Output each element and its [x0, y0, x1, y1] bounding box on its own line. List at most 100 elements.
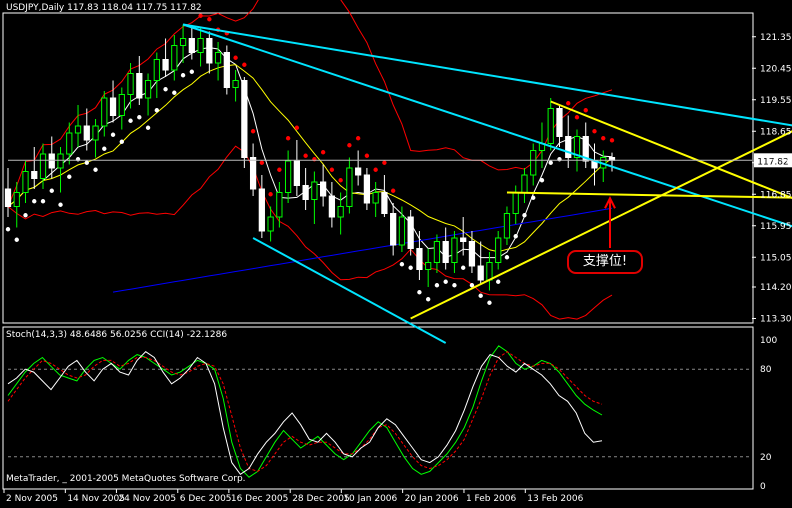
sar-dot — [102, 146, 107, 151]
candle-body — [162, 59, 169, 71]
candle-body — [39, 153, 47, 179]
x-tick-label: 24 Nov 2005 — [118, 494, 176, 504]
candle-body — [398, 216, 406, 246]
candle-body — [144, 80, 152, 99]
sar-dot — [487, 300, 492, 305]
sar-dot — [539, 178, 545, 183]
sar-dot — [531, 195, 536, 200]
candle-body — [556, 108, 563, 137]
sar-dot — [452, 283, 457, 288]
osc-y-tick-label: 0 — [760, 482, 766, 492]
sar-dot — [207, 17, 212, 22]
candle-body — [530, 150, 537, 176]
candle-body — [320, 181, 327, 197]
main-pane-border — [2, 12, 754, 324]
sar-dot — [40, 199, 46, 204]
sar-dot — [119, 139, 124, 144]
x-tick-label: 6 Dec 2005 — [180, 494, 232, 504]
candle-body — [293, 160, 300, 186]
sar-dot — [303, 153, 308, 158]
candle-body — [451, 237, 458, 263]
sar-dot — [242, 62, 247, 67]
x-tick-label: 28 Dec 2005 — [292, 494, 350, 504]
candle-body — [381, 192, 388, 214]
candle-body — [521, 174, 528, 193]
sar-dot — [110, 132, 116, 137]
sar-dot — [338, 178, 343, 183]
sar-dot — [180, 73, 186, 78]
candle-body — [267, 216, 274, 232]
candle-body — [328, 195, 336, 218]
candle-body — [109, 97, 117, 116]
ma-long — [112, 207, 613, 293]
moving-averages — [7, 47, 613, 293]
candle-body — [127, 73, 134, 95]
osc-y-tick-label: 20 — [760, 453, 772, 463]
candle-body — [503, 213, 511, 239]
sar-dot — [268, 192, 273, 197]
sar-dot — [14, 237, 19, 242]
sar-dot — [566, 101, 571, 106]
candle-body — [442, 241, 449, 263]
candle-body — [477, 265, 484, 281]
candle-body — [363, 174, 371, 204]
candle-body — [13, 192, 20, 207]
candle-body — [153, 59, 160, 81]
osc-y-tick-label: 80 — [760, 365, 772, 375]
parabolic-sar — [5, 13, 615, 305]
sar-dot — [320, 150, 326, 155]
candle-body — [495, 237, 502, 263]
sar-dot — [259, 160, 265, 165]
sar-dot — [522, 213, 527, 218]
x-tick-label: 10 Jan 2006 — [343, 494, 397, 504]
sar-dot — [189, 69, 195, 74]
candle-body — [197, 38, 204, 53]
candle-body — [407, 216, 414, 249]
sar-dot — [67, 174, 72, 179]
sar-dot — [23, 213, 28, 218]
sar-dot — [154, 108, 160, 113]
cyan-trendline-upper — [182, 23, 792, 127]
candle-body — [232, 80, 239, 88]
y-tick-label: 114.20 — [760, 283, 792, 293]
cyan-trendline-middle — [182, 23, 792, 228]
sar-dot — [504, 255, 510, 260]
sar-dot — [128, 118, 133, 123]
chart-canvas: 117.82 121.35 120.45 119.55 118.65 117.75 116… — [2, 0, 792, 504]
sar-dot — [172, 90, 177, 95]
sar-dot — [390, 188, 396, 193]
sar-dot — [84, 160, 89, 165]
x-tick-label: 1 Feb 2006 — [466, 494, 517, 504]
sar-dot — [373, 167, 378, 172]
sar-dot — [609, 138, 615, 143]
bollinger-lower — [7, 145, 613, 320]
candle-body — [258, 188, 265, 232]
sar-dot — [250, 129, 256, 134]
y-tick-label: 118.65 — [760, 127, 792, 137]
sar-dot — [601, 136, 606, 141]
sar-dot — [49, 188, 54, 193]
sar-dot — [417, 290, 422, 295]
candle-body — [276, 192, 283, 218]
sar-dot — [32, 199, 37, 204]
x-tick-label: 20 Jan 2006 — [405, 494, 459, 504]
candle-body — [565, 136, 572, 158]
candle-body — [311, 181, 318, 200]
candle-body — [206, 38, 213, 64]
sar-dot — [399, 262, 405, 267]
cci-line — [7, 351, 603, 475]
sar-dot — [163, 87, 168, 92]
candle-body — [425, 262, 432, 270]
y-tick-label: 113.30 — [760, 315, 792, 325]
candle-body — [57, 153, 64, 169]
candle-body — [460, 237, 467, 242]
candle-body — [48, 153, 55, 169]
sar-dot — [233, 55, 238, 60]
sar-dot — [93, 167, 98, 172]
sar-dot — [513, 234, 518, 239]
sar-dot — [460, 265, 466, 270]
y-tick-label: 115.05 — [760, 253, 792, 263]
candle-body — [179, 38, 187, 46]
candle-body — [547, 108, 554, 144]
candle-body — [223, 52, 230, 88]
